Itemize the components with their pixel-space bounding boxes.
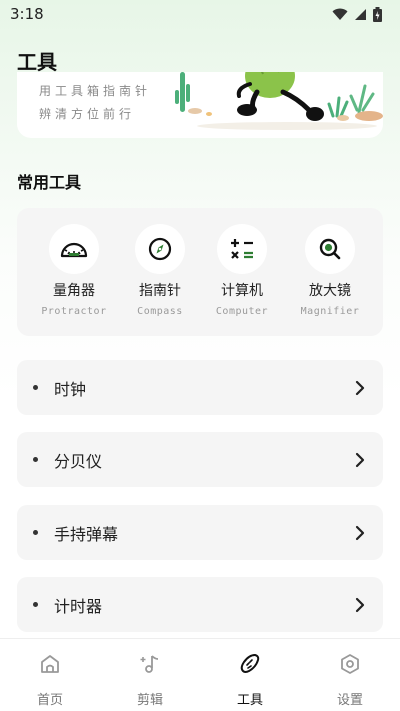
signal-icon	[355, 8, 366, 20]
page-title: 工具	[17, 50, 57, 74]
status-icons	[332, 6, 382, 22]
chevron-right-icon	[355, 452, 365, 467]
bottom-nav: 首页 剪辑 工具 设置	[0, 638, 400, 711]
list-item-label: 时钟	[54, 379, 87, 399]
tool-compass-subtitle: Compass	[137, 306, 183, 317]
tool-magnifier-subtitle: Magnifier	[300, 306, 360, 317]
cucumber-mascot	[236, 72, 324, 121]
cactus-right	[327, 84, 383, 121]
calculator-icon	[231, 239, 253, 259]
banner[interactable]: 用工具箱指南针 辨清方位前行	[17, 72, 383, 138]
magnifier-icon	[319, 238, 341, 260]
nav-label-home: 首页	[36, 693, 63, 708]
bullet-dot	[33, 385, 38, 390]
wifi-icon	[332, 8, 348, 20]
tool-magnifier[interactable]: 放大镜 Magnifier	[285, 224, 375, 317]
cucumber-icon	[240, 653, 260, 673]
nav-label-edit: 剪辑	[136, 693, 163, 708]
tool-protractor-subtitle: Protractor	[41, 306, 107, 317]
tool-calculator-name: 计算机	[221, 283, 263, 299]
common-tools-grid: 量角器 Protractor 指南针 Compass 计算机 Computer	[17, 208, 383, 336]
chevron-right-icon	[355, 380, 365, 395]
tool-protractor-name: 量角器	[53, 283, 95, 299]
protractor-icon	[60, 242, 88, 258]
list-item-label: 手持弹幕	[54, 524, 119, 544]
tool-compass[interactable]: 指南针 Compass	[115, 224, 205, 317]
tool-protractor[interactable]: 量角器 Protractor	[29, 224, 119, 317]
music-note-icon	[140, 655, 159, 673]
nav-item-settings[interactable]: 设置	[300, 639, 400, 711]
tool-compass-name: 指南针	[139, 283, 181, 299]
list-item-timer[interactable]: 计时器	[17, 577, 383, 632]
bullet-dot	[33, 530, 38, 535]
list-item-clock[interactable]: 时钟	[17, 360, 383, 415]
list-item-handheld-marquee[interactable]: 手持弹幕	[17, 505, 383, 560]
nav-label-tools: 工具	[236, 693, 263, 708]
settings-hexagon-icon	[341, 654, 359, 674]
nav-label-settings: 设置	[336, 693, 363, 708]
nav-item-tools[interactable]: 工具	[200, 639, 300, 711]
banner-text-line2: 辨清方位前行	[39, 107, 136, 121]
status-bar: 3:18	[0, 0, 400, 28]
banner-text-line1: 用工具箱指南针	[39, 84, 152, 98]
chevron-right-icon	[355, 597, 365, 612]
list-item-label: 分贝仪	[54, 451, 103, 471]
chevron-right-icon	[355, 525, 365, 540]
cactus-left	[175, 72, 212, 116]
cucumber-mascot-illustration	[175, 72, 383, 130]
section-title-common-tools: 常用工具	[17, 173, 82, 192]
home-icon	[41, 655, 59, 673]
bullet-dot	[33, 602, 38, 607]
list-item-label: 计时器	[54, 596, 103, 616]
tool-magnifier-name: 放大镜	[309, 283, 351, 299]
compass-icon	[148, 237, 172, 261]
nav-item-edit[interactable]: 剪辑	[100, 639, 200, 711]
list-item-decibel-meter[interactable]: 分贝仪	[17, 432, 383, 487]
bullet-dot	[33, 457, 38, 462]
tool-calculator-subtitle: Computer	[215, 306, 269, 317]
battery-icon	[373, 6, 382, 22]
tool-calculator[interactable]: 计算机 Computer	[197, 224, 287, 317]
nav-item-home[interactable]: 首页	[0, 639, 100, 711]
status-time: 3:18	[10, 5, 44, 23]
